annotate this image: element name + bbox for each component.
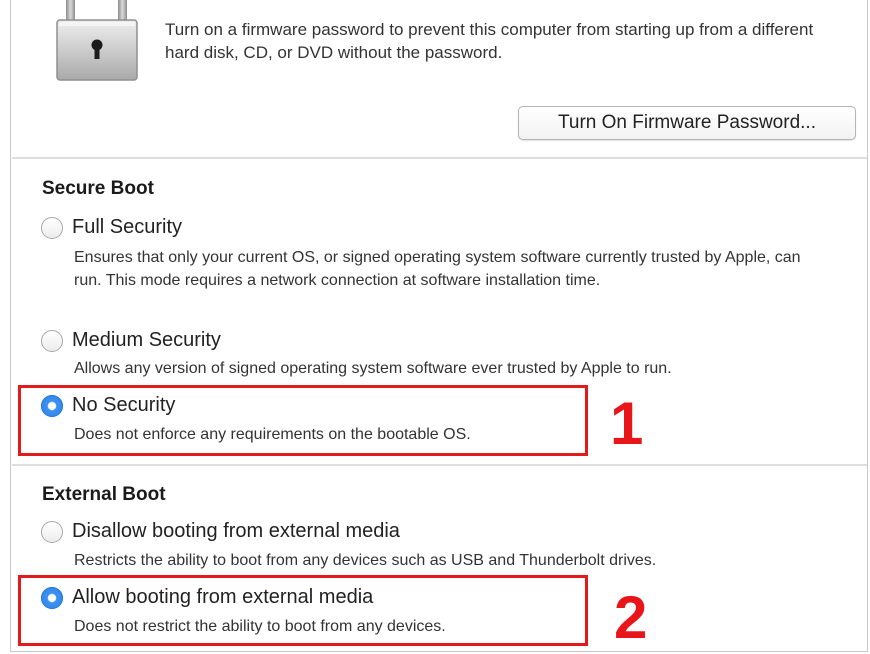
medium-security-label[interactable]: Medium Security (72, 329, 221, 352)
external-boot-title: External Boot (42, 484, 166, 505)
highlight-box-no-security (18, 385, 588, 456)
section-divider (12, 157, 867, 159)
firmware-password-description: Turn on a firmware password to prevent t… (165, 20, 814, 62)
medium-security-radio[interactable] (41, 330, 63, 352)
disallow-external-boot-radio[interactable] (41, 521, 63, 543)
padlock-icon (55, 0, 139, 82)
disallow-external-boot-label[interactable]: Disallow booting from external media (72, 520, 400, 543)
full-security-radio[interactable] (41, 217, 63, 239)
highlight-box-allow-external (18, 575, 588, 646)
secure-boot-title: Secure Boot (42, 178, 154, 199)
medium-security-description: Allows any version of signed operating s… (74, 360, 672, 377)
section-divider (12, 464, 867, 466)
full-security-label[interactable]: Full Security (72, 216, 182, 239)
annotation-marker-1: 1 (610, 390, 644, 457)
full-security-description: Ensures that only your current OS, or si… (74, 249, 801, 289)
annotation-marker-2: 2 (614, 584, 648, 651)
disallow-external-boot-description: Restricts the ability to boot from any d… (74, 552, 657, 569)
turn-on-firmware-password-button[interactable]: Turn On Firmware Password... (518, 106, 856, 140)
